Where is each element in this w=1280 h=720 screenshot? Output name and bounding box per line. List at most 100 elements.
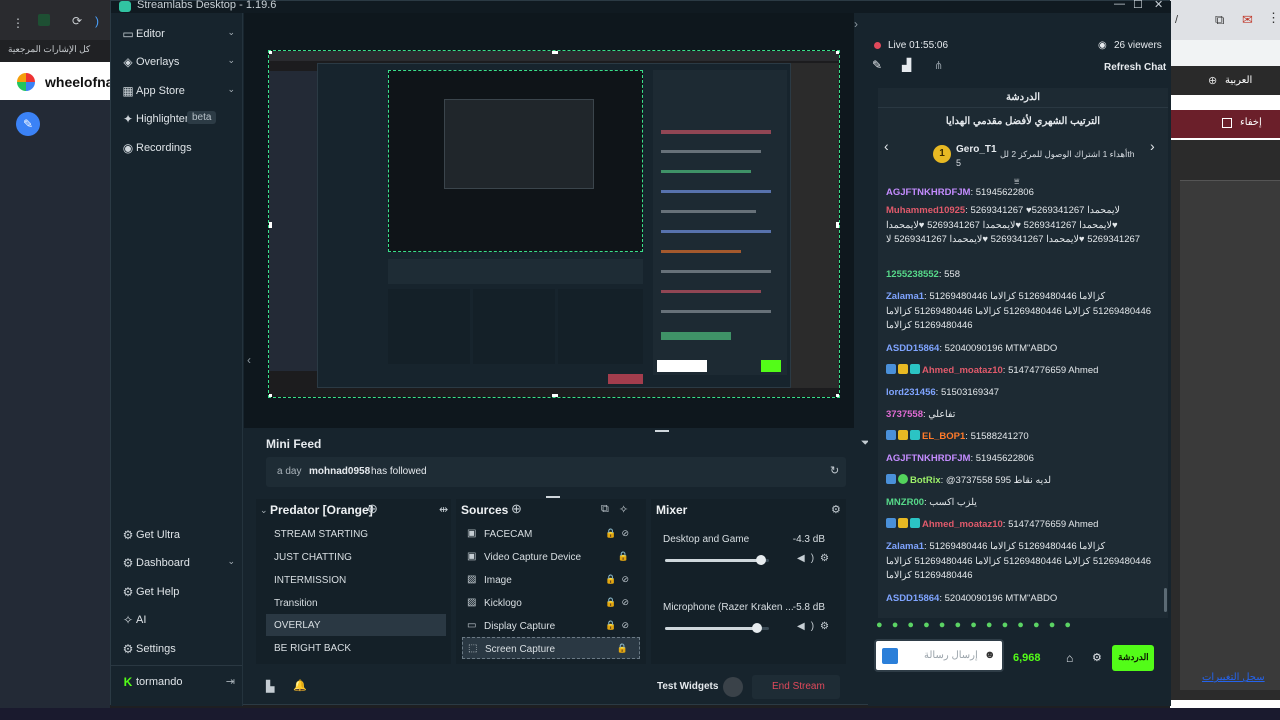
- copy-icon[interactable]: ⧉: [1215, 12, 1224, 28]
- lock-visibility-icons[interactable]: 🔒⊘: [605, 574, 634, 585]
- volume-knob[interactable]: [755, 555, 766, 565]
- nav-item-overlays[interactable]: ◈ Overlays ⌄: [111, 49, 243, 75]
- chat-username[interactable]: MNZR00: [886, 497, 924, 508]
- chat-username[interactable]: 3737558: [886, 409, 923, 420]
- chat-username[interactable]: Ahmed_moataz10: [922, 519, 1003, 530]
- replay-icon[interactable]: ↻: [830, 464, 839, 477]
- gmail-icon[interactable]: ✉: [1242, 12, 1253, 28]
- store-icon[interactable]: ▟: [902, 58, 911, 72]
- chevron-right-icon[interactable]: ›: [1150, 138, 1155, 154]
- chevron-down-icon[interactable]: ⌄: [227, 55, 235, 66]
- lock-visibility-icons[interactable]: 🔒⊘: [605, 620, 634, 631]
- nav-item-ai[interactable]: ✧ AI: [111, 607, 243, 633]
- chat-username[interactable]: Muhammed10925: [886, 205, 965, 216]
- resize-handle[interactable]: [269, 222, 272, 228]
- emoji-icon[interactable]: ☻: [984, 649, 996, 661]
- mute-settings-icons[interactable]: ◀)⚙: [797, 621, 835, 632]
- nav-item-get-help[interactable]: ⚙ Get Help: [111, 579, 243, 605]
- chat-username[interactable]: AGJFTNKHRDFJM: [886, 187, 970, 196]
- mute-settings-icons[interactable]: ◀)⚙: [797, 553, 835, 564]
- nav-item-editor[interactable]: ▭ Editor ⌄: [111, 21, 243, 47]
- close-icon[interactable]: ✕: [1154, 0, 1163, 11]
- nav-item-get-ultra[interactable]: ⚙ Get Ultra: [111, 522, 243, 548]
- maximize-icon[interactable]: ☐: [1133, 0, 1143, 11]
- end-stream-button[interactable]: End Stream: [752, 675, 840, 699]
- resize-handle[interactable]: [552, 51, 558, 54]
- effects-icon[interactable]: ✧: [619, 503, 628, 516]
- menu-dots-icon[interactable]: ⋮: [1267, 10, 1280, 26]
- chat-input[interactable]: إرسال رسالة ☻: [874, 639, 1004, 672]
- globe-icon[interactable]: ⊕: [1208, 74, 1217, 87]
- source-item[interactable]: ▭ Display Capture 🔒⊘: [462, 615, 640, 637]
- logout-icon[interactable]: ⇥: [226, 675, 235, 688]
- source-item-active[interactable]: ⬚ Screen Capture 🔒: [462, 637, 640, 659]
- resize-handle[interactable]: [836, 222, 839, 228]
- minimize-icon[interactable]: —: [1114, 0, 1125, 10]
- scene-item-active[interactable]: OVERLAY: [266, 614, 446, 636]
- nav-item-highlighter[interactable]: ✦ Highlighter beta: [111, 106, 243, 132]
- test-widgets-toggle[interactable]: [723, 677, 743, 697]
- resize-handle[interactable]: [269, 51, 272, 54]
- hide-checkbox[interactable]: [1222, 118, 1232, 128]
- source-item[interactable]: ▣ FACECAM 🔒⊘: [462, 523, 640, 545]
- scene-item[interactable]: STREAM STARTING: [266, 523, 446, 545]
- scene-item[interactable]: JUST CHATTING: [266, 546, 446, 568]
- chat-username[interactable]: BotRix: [910, 475, 941, 486]
- chat-username[interactable]: ASDD15864: [886, 593, 939, 604]
- resize-handle[interactable]: [836, 51, 839, 54]
- nav-user[interactable]: K tormando ⇥: [111, 669, 243, 695]
- emote-bar[interactable]: ● ● ● ● ● ● ● ● ● ● ● ● ●: [876, 619, 1074, 631]
- folder-icon[interactable]: ⧉: [601, 503, 609, 516]
- chat-username[interactable]: Ahmed_moataz10: [922, 365, 1003, 376]
- chevron-down-icon[interactable]: ⌄: [227, 556, 235, 567]
- scene-item[interactable]: BE RIGHT BACK: [266, 637, 446, 659]
- collapse-left-icon[interactable]: ‹: [247, 353, 251, 367]
- lock-visibility-icons[interactable]: 🔒⊘: [605, 597, 634, 608]
- resize-handle[interactable]: [269, 394, 272, 397]
- refresh-chat-button[interactable]: Refresh Chat: [1104, 62, 1166, 73]
- test-widgets-label[interactable]: Test Widgets: [657, 681, 718, 692]
- stats-icon[interactable]: ▙: [266, 680, 274, 693]
- source-item[interactable]: ▨ Image 🔒⊘: [462, 569, 640, 591]
- nav-item-app-store[interactable]: ▦ App Store ⌄: [111, 78, 243, 104]
- chat-username[interactable]: ASDD15864: [886, 343, 939, 354]
- lock-icon[interactable]: 🔒: [618, 551, 634, 562]
- menu-dots-icon[interactable]: ⋮: [12, 16, 24, 30]
- add-scene-icon[interactable]: ⊕: [367, 501, 378, 517]
- chevron-down-icon[interactable]: ⌄: [260, 505, 268, 516]
- kick-badge-icon[interactable]: [882, 648, 898, 664]
- bookmarks-label[interactable]: كل الإشارات المرجعية: [8, 44, 90, 55]
- gear-icon[interactable]: ⚙: [831, 503, 841, 516]
- send-chat-button[interactable]: الدردشة: [1112, 645, 1154, 671]
- channel-points[interactable]: 6,968: [1013, 652, 1041, 664]
- changelog-link[interactable]: سجل التغييرات: [1202, 672, 1265, 683]
- collapse-right-icon[interactable]: ›: [854, 17, 858, 31]
- chat-scrollbar[interactable]: [1164, 588, 1167, 612]
- add-source-icon[interactable]: ⊕: [511, 501, 522, 517]
- resize-handle[interactable]: [552, 394, 558, 397]
- lock-visibility-icons[interactable]: 🔒⊘: [605, 528, 634, 539]
- edit-icon[interactable]: ✎: [872, 58, 882, 72]
- gift-icon[interactable]: ⌂: [1066, 651, 1073, 665]
- nav-item-recordings[interactable]: ◉ Recordings: [111, 135, 243, 161]
- language-label[interactable]: العربية: [1225, 75, 1252, 86]
- resize-handle[interactable]: [546, 496, 560, 498]
- resize-handle[interactable]: [836, 394, 839, 397]
- gear-icon[interactable]: ⚙: [1092, 651, 1102, 664]
- chevron-left-icon[interactable]: ‹: [884, 138, 889, 154]
- chat-username[interactable]: 1255238552: [886, 269, 939, 280]
- cast-icon[interactable]: ): [95, 14, 99, 28]
- scene-transitions-icon[interactable]: ⇹: [439, 503, 448, 516]
- chat-username[interactable]: Zalama1: [886, 291, 924, 302]
- chevron-down-icon[interactable]: ⌄: [227, 84, 235, 95]
- reload-icon[interactable]: ⟳: [72, 14, 82, 28]
- edit-fab-icon[interactable]: ✎: [16, 112, 40, 136]
- source-item[interactable]: ▣ Video Capture Device 🔒: [462, 546, 640, 568]
- nav-item-settings[interactable]: ⚙ Settings: [111, 636, 243, 662]
- nav-item-dashboard[interactable]: ⚙ Dashboard ⌄: [111, 550, 243, 576]
- notifications-icon[interactable]: 🔔: [293, 679, 307, 692]
- scene-item[interactable]: Transition: [266, 592, 446, 614]
- chat-username[interactable]: AGJFTNKHRDFJM: [886, 453, 970, 464]
- extension-icon[interactable]: [38, 14, 50, 26]
- source-item[interactable]: ▨ Kicklogo 🔒⊘: [462, 592, 640, 614]
